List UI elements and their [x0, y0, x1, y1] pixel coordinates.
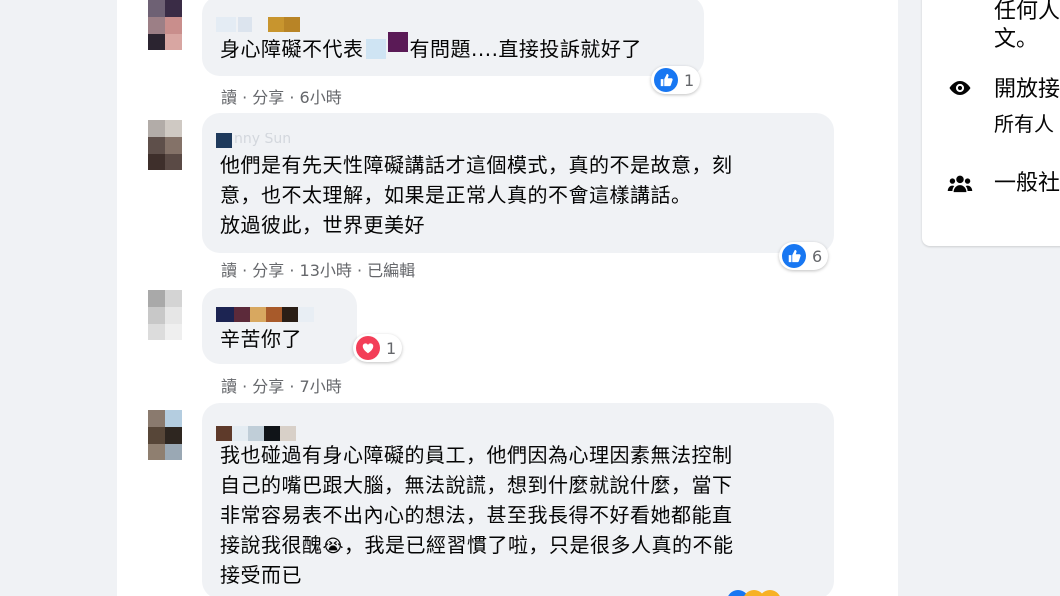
comment-text-line: 他們是有先天性障礙講話才這個模式，真的不是故意，刻 [220, 153, 733, 177]
commenter-name[interactable] [216, 426, 316, 441]
avatar[interactable] [148, 0, 182, 50]
reaction-badge[interactable]: 1 [651, 66, 701, 94]
group-type: 一般社 [994, 171, 1060, 196]
love-icon [356, 336, 380, 360]
reaction-count: 6 [812, 246, 823, 266]
privacy-subtitle: 所有人 [994, 112, 1054, 136]
comment-text-line: 接說我很醜😭，我是已經習慣了啦，只是很多人真的不能 [220, 533, 734, 557]
comment-text: 身心障礙不代表 有問題....直接投訴就好了 [220, 32, 642, 64]
commenter-name[interactable] [216, 17, 316, 32]
comment-text-line: 放過彼此，世界更美好 [220, 213, 425, 237]
redacted-block [365, 39, 386, 59]
people-icon [946, 170, 974, 198]
comment-bubble: 身心障礙不代表 有問題....直接投訴就好了 [202, 0, 704, 76]
comment-text-line: 意，也不太理解，如果是正常人真的不會這樣講話。 [220, 183, 692, 207]
commenter-name[interactable] [216, 307, 346, 322]
redacted-block [387, 32, 408, 52]
commenter-name[interactable]: nny Sun [216, 133, 326, 148]
comment-bubble: 辛苦你了 [202, 288, 357, 364]
reaction-count: 1 [386, 338, 397, 358]
comment-text-line: 非常容易表不出內心的想法，甚至我長得不好看她都能直 [220, 503, 733, 527]
comment-text-line: 自己的嘴巴跟大腦，無法說謊，想到什麼就說什麼，當下 [220, 473, 733, 497]
comment-actions[interactable]: 讀 · 分享 · 13小時 · 已編輯 [221, 257, 415, 281]
comment-text-line: 我也碰過有身心障礙的員工，他們因為心理因素無法控制 [220, 443, 733, 467]
group-about-card: 任何人 文。 開放接 所有人 一般社 [922, 0, 1060, 246]
eye-icon [946, 74, 974, 102]
comment-text-line: 接受而已 [220, 563, 302, 587]
reaction-badge[interactable]: 1 [353, 334, 403, 362]
privacy-title: 開放接 [994, 77, 1060, 102]
reaction-badge-partial[interactable] [727, 590, 797, 596]
avatar[interactable] [148, 410, 182, 460]
avatar[interactable] [148, 120, 182, 170]
comment-text: 辛苦你了 [220, 327, 302, 351]
crying-face-emoji: 😭 [322, 536, 345, 557]
reaction-count: 1 [684, 70, 695, 90]
comment-actions[interactable]: 讀 · 分享 · 6小時 [221, 84, 342, 108]
reaction-badge[interactable]: 6 [779, 242, 829, 270]
about-text: 文。 [994, 27, 1039, 52]
avatar[interactable] [148, 290, 182, 340]
comment-bubble: nny Sun 他們是有先天性障礙講話才這個模式，真的不是故意，刻 意，也不太理… [202, 113, 834, 253]
like-icon [782, 244, 806, 268]
comment-actions[interactable]: 讀 · 分享 · 7小時 [221, 373, 342, 397]
comment-bubble: 我也碰過有身心障礙的員工，他們因為心理因素無法控制 自己的嘴巴跟大腦，無法說謊，… [202, 403, 834, 596]
like-icon [654, 68, 678, 92]
commenter-name-hint: nny Sun [234, 133, 292, 147]
comment-feed: 身心障礙不代表 有問題....直接投訴就好了 1 讀 · 分享 · 6小時 nny… [117, 0, 898, 596]
reaction-icon [759, 590, 781, 596]
